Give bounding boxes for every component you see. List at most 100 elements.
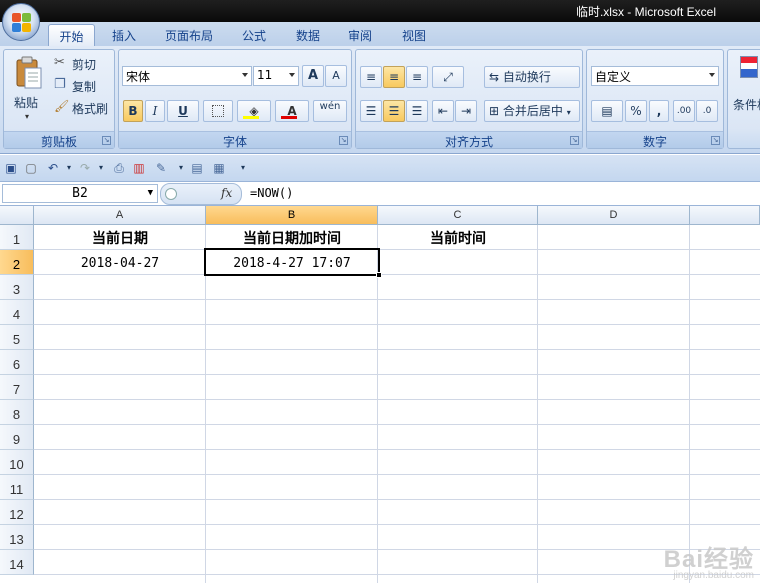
phonetic-button[interactable]: wén bbox=[313, 100, 347, 122]
column-header-a[interactable]: A bbox=[34, 206, 206, 225]
form-icon[interactable]: ▤ bbox=[190, 161, 204, 175]
grow-font-icon: A bbox=[307, 68, 319, 83]
tab-data[interactable]: 数据 bbox=[286, 24, 330, 46]
row-header-12[interactable]: 12 bbox=[0, 500, 34, 525]
active-cell-selection[interactable] bbox=[204, 248, 382, 278]
row-header-4[interactable]: 4 bbox=[0, 300, 34, 325]
paste-icon bbox=[16, 56, 42, 89]
insert-function-button[interactable]: fx bbox=[221, 186, 232, 200]
cut-button[interactable]: ✂ 剪切 bbox=[52, 55, 112, 73]
fill-color-button[interactable]: ◈ bbox=[237, 100, 271, 122]
borders-button[interactable] bbox=[203, 100, 233, 122]
styles-group: 条件格 bbox=[727, 49, 760, 149]
font-group-label: 字体 bbox=[119, 131, 351, 149]
cell-c1[interactable]: 当前时间 bbox=[378, 225, 538, 250]
chart-icon[interactable]: ▥ bbox=[132, 161, 146, 175]
column-header-c[interactable]: C bbox=[378, 206, 538, 225]
tab-view[interactable]: 视图 bbox=[392, 24, 436, 46]
paste-button[interactable]: 粘贴 ▾ bbox=[8, 54, 50, 124]
conditional-formatting-button[interactable]: 条件格 bbox=[730, 54, 760, 120]
align-center-button[interactable]: ☰ bbox=[383, 100, 405, 122]
print-preview-icon[interactable]: ⎙ bbox=[112, 161, 126, 175]
chevron-down-icon[interactable]: ▾ bbox=[94, 161, 108, 175]
scissors-icon: ✂ bbox=[54, 55, 65, 70]
row-header-6[interactable]: 6 bbox=[0, 350, 34, 375]
tab-page-layout[interactable]: 页面布局 bbox=[158, 24, 220, 46]
expand-handle-icon[interactable] bbox=[165, 188, 177, 200]
worksheet-grid[interactable]: A B C D 1 2 3 4 5 6 7 8 9 10 11 12 13 14… bbox=[0, 206, 760, 583]
chevron-down-icon[interactable]: ▾ bbox=[174, 161, 188, 175]
chevron-down-icon[interactable]: ▾ bbox=[62, 161, 76, 175]
chevron-down-icon: ▾ bbox=[25, 112, 30, 121]
customize-toolbar-icon[interactable]: ▾ bbox=[236, 161, 250, 175]
underline-button[interactable]: U bbox=[167, 100, 199, 122]
increase-indent-button[interactable]: ⇥ bbox=[455, 100, 477, 122]
row-header-8[interactable]: 8 bbox=[0, 400, 34, 425]
number-format-select[interactable]: 自定义 bbox=[591, 66, 719, 86]
font-color-button[interactable]: A bbox=[275, 100, 309, 122]
row-header-1[interactable]: 1 bbox=[0, 225, 34, 250]
wrap-text-button[interactable]: ⇆ 自动换行 bbox=[484, 66, 580, 88]
row-header-9[interactable]: 9 bbox=[0, 425, 34, 450]
orientation-button[interactable]: ⤢ bbox=[432, 66, 464, 88]
name-box[interactable]: B2 ▼ bbox=[2, 184, 158, 203]
drawing-icon[interactable]: ✎ bbox=[154, 161, 168, 175]
conditional-formatting-label: 条件格 bbox=[733, 98, 760, 112]
format-painter-button[interactable]: 🖌 格式刷 bbox=[52, 99, 114, 117]
row-header-14[interactable]: 14 bbox=[0, 550, 34, 575]
select-all-corner[interactable] bbox=[0, 206, 34, 225]
align-bottom-button[interactable]: ≡ bbox=[406, 66, 428, 88]
calculator-icon[interactable]: ▦ bbox=[212, 161, 226, 175]
tab-home[interactable]: 开始 bbox=[48, 24, 95, 46]
increase-decimal-button[interactable]: .00 bbox=[673, 100, 695, 122]
shrink-font-button[interactable]: A bbox=[325, 65, 347, 87]
tab-formulas[interactable]: 公式 bbox=[232, 24, 276, 46]
grow-font-button[interactable]: A bbox=[302, 65, 324, 87]
new-document-icon[interactable]: ▢ bbox=[24, 161, 38, 175]
percent-button[interactable]: % bbox=[625, 100, 647, 122]
tab-insert[interactable]: 插入 bbox=[104, 24, 144, 46]
decrease-indent-button[interactable]: ⇤ bbox=[432, 100, 454, 122]
fill-handle[interactable] bbox=[376, 272, 382, 278]
formula-input[interactable]: =NOW() bbox=[250, 186, 293, 200]
save-icon[interactable]: ▣ bbox=[4, 161, 18, 175]
ribbon-tabs: 开始 插入 页面布局 公式 数据 审阅 视图 bbox=[0, 22, 760, 46]
currency-button[interactable]: ▤ bbox=[591, 100, 623, 122]
row-header-11[interactable]: 11 bbox=[0, 475, 34, 500]
font-name-select[interactable]: 宋体 bbox=[122, 66, 252, 86]
italic-button[interactable]: I bbox=[145, 100, 165, 122]
merge-center-button[interactable]: ⊞ 合并后居中 ▾ bbox=[484, 100, 580, 122]
cell-a2[interactable]: 2018-04-27 bbox=[34, 250, 206, 275]
copy-button[interactable]: ❐ 复制 bbox=[52, 77, 112, 95]
clipboard-group-label: 剪贴板 bbox=[4, 131, 114, 149]
clipboard-group: 粘贴 ▾ ✂ 剪切 ❐ 复制 🖌 格式刷 剪贴板 ↘ bbox=[3, 49, 115, 149]
dialog-launcher-icon[interactable]: ↘ bbox=[570, 136, 579, 145]
font-size-select[interactable]: 11 bbox=[253, 66, 299, 86]
row-header-7[interactable]: 7 bbox=[0, 375, 34, 400]
row-header-2[interactable]: 2 bbox=[0, 250, 34, 275]
cell-a1[interactable]: 当前日期 bbox=[34, 225, 206, 250]
bold-button[interactable]: B bbox=[123, 100, 143, 122]
column-header-d[interactable]: D bbox=[538, 206, 690, 225]
office-button[interactable] bbox=[2, 3, 40, 41]
column-header-b[interactable]: B bbox=[206, 206, 378, 225]
tab-review[interactable]: 审阅 bbox=[338, 24, 382, 46]
align-right-button[interactable]: ☰ bbox=[406, 100, 428, 122]
comma-button[interactable]: , bbox=[649, 100, 669, 122]
column-header-e[interactable] bbox=[690, 206, 760, 225]
dialog-launcher-icon[interactable]: ↘ bbox=[339, 136, 348, 145]
row-header-3[interactable]: 3 bbox=[0, 275, 34, 300]
redo-icon[interactable]: ↷ bbox=[78, 161, 92, 175]
quick-access-toolbar: ▣ ▢ ↶ ▾ ↷ ▾ ⎙ ▥ ✎ ▾ ▤ ▦ ▾ bbox=[0, 155, 760, 182]
cell-b1[interactable]: 当前日期加时间 bbox=[206, 225, 378, 250]
align-middle-button[interactable]: ≡ bbox=[383, 66, 405, 88]
row-header-5[interactable]: 5 bbox=[0, 325, 34, 350]
decrease-decimal-button[interactable]: .0 bbox=[696, 100, 718, 122]
row-header-10[interactable]: 10 bbox=[0, 450, 34, 475]
align-left-button[interactable]: ☰ bbox=[360, 100, 382, 122]
undo-icon[interactable]: ↶ bbox=[46, 161, 60, 175]
row-header-13[interactable]: 13 bbox=[0, 525, 34, 550]
dialog-launcher-icon[interactable]: ↘ bbox=[102, 136, 111, 145]
dialog-launcher-icon[interactable]: ↘ bbox=[711, 136, 720, 145]
align-top-button[interactable]: ≡ bbox=[360, 66, 382, 88]
